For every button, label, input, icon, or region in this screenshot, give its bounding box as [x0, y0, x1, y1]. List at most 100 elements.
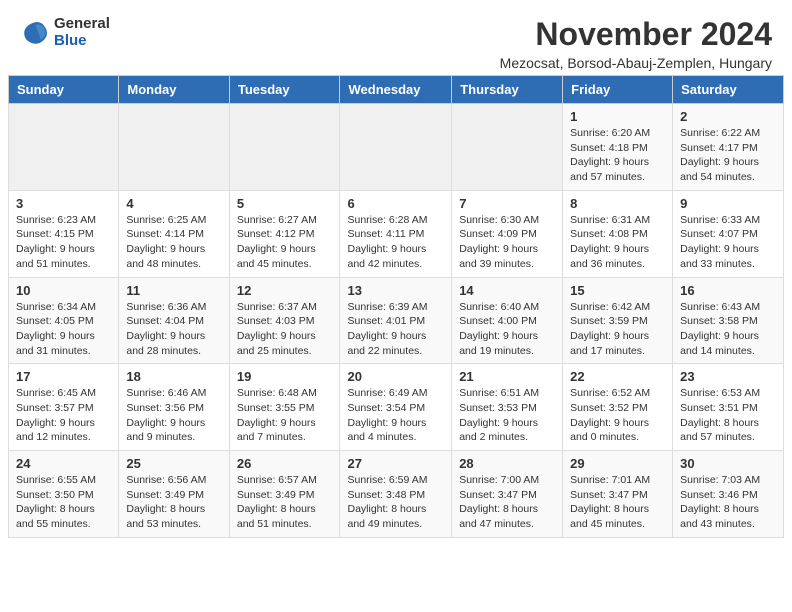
day-number: 7	[459, 196, 555, 211]
day-info: Sunrise: 6:49 AM Sunset: 3:54 PM Dayligh…	[347, 386, 444, 445]
logo: General Blue	[20, 16, 110, 49]
day-number: 21	[459, 369, 555, 384]
cell-week5-day5: 29Sunrise: 7:01 AM Sunset: 3:47 PM Dayli…	[563, 451, 673, 538]
day-info: Sunrise: 6:56 AM Sunset: 3:49 PM Dayligh…	[126, 473, 221, 532]
cell-week3-day5: 15 Sunrise: 6:42 AM Sunset: 3:59 PM Dayli…	[563, 277, 673, 364]
day-info: Sunrise: 6:55 AM Sunset: 3:50 PM Dayligh…	[16, 473, 111, 532]
cell-week4-day4: 21 Sunrise: 6:51 AM Sunset: 3:53 PM Dayli…	[452, 364, 563, 451]
day-info: Sunrise: 6:46 AM Sunset: 3:56 PM Dayligh…	[126, 386, 221, 445]
cell-week1-day4	[452, 104, 563, 191]
day-info: Sunrise: 7:00 AM Sunset: 3:47 PM Dayligh…	[459, 473, 555, 532]
cell-week3-day6: 16Sunrise: 6:43 AM Sunset: 3:58 PM Dayli…	[673, 277, 784, 364]
day-number: 1	[570, 109, 665, 124]
day-number: 12	[237, 283, 333, 298]
day-number: 30	[680, 456, 776, 471]
cell-week2-day5: 8 Sunrise: 6:31 AM Sunset: 4:08 PM Daylig…	[563, 190, 673, 277]
cell-week4-day1: 18 Sunrise: 6:46 AM Sunset: 3:56 PM Dayli…	[119, 364, 229, 451]
cell-week1-day1	[119, 104, 229, 191]
cell-week1-day0	[9, 104, 119, 191]
day-info: Sunrise: 6:40 AM Sunset: 4:00 PM Dayligh…	[459, 300, 555, 359]
day-info: Sunrise: 6:42 AM Sunset: 3:59 PM Dayligh…	[570, 300, 665, 359]
cell-week3-day1: 11Sunrise: 6:36 AM Sunset: 4:04 PM Dayli…	[119, 277, 229, 364]
week-row-2: 3 Sunrise: 6:23 AM Sunset: 4:15 PM Daylig…	[9, 190, 784, 277]
cell-week4-day6: 23 Sunrise: 6:53 AM Sunset: 3:51 PM Dayli…	[673, 364, 784, 451]
day-info: Sunrise: 6:37 AM Sunset: 4:03 PM Dayligh…	[237, 300, 333, 359]
day-number: 16	[680, 283, 776, 298]
col-saturday: Saturday	[673, 76, 784, 104]
day-number: 29	[570, 456, 665, 471]
day-info: Sunrise: 6:27 AM Sunset: 4:12 PM Dayligh…	[237, 213, 333, 272]
cell-week5-day4: 28 Sunrise: 7:00 AM Sunset: 3:47 PM Dayli…	[452, 451, 563, 538]
col-tuesday: Tuesday	[229, 76, 340, 104]
day-info: Sunrise: 6:39 AM Sunset: 4:01 PM Dayligh…	[347, 300, 444, 359]
cell-week2-day6: 9 Sunrise: 6:33 AM Sunset: 4:07 PM Daylig…	[673, 190, 784, 277]
cell-week3-day2: 12 Sunrise: 6:37 AM Sunset: 4:03 PM Dayli…	[229, 277, 340, 364]
calendar-wrapper: Sunday Monday Tuesday Wednesday Thursday…	[0, 75, 792, 546]
day-number: 2	[680, 109, 776, 124]
day-info: Sunrise: 6:23 AM Sunset: 4:15 PM Dayligh…	[16, 213, 111, 272]
cell-week2-day3: 6 Sunrise: 6:28 AM Sunset: 4:11 PM Daylig…	[340, 190, 452, 277]
day-info: Sunrise: 6:28 AM Sunset: 4:11 PM Dayligh…	[347, 213, 444, 272]
cell-week5-day0: 24Sunrise: 6:55 AM Sunset: 3:50 PM Dayli…	[9, 451, 119, 538]
cell-week2-day0: 3 Sunrise: 6:23 AM Sunset: 4:15 PM Daylig…	[9, 190, 119, 277]
cell-week4-day2: 19 Sunrise: 6:48 AM Sunset: 3:55 PM Dayli…	[229, 364, 340, 451]
logo-general-text: General	[54, 16, 110, 33]
day-number: 18	[126, 369, 221, 384]
week-row-1: 1 Sunrise: 6:20 AM Sunset: 4:18 PM Daylig…	[9, 104, 784, 191]
cell-week1-day5: 1 Sunrise: 6:20 AM Sunset: 4:18 PM Daylig…	[563, 104, 673, 191]
day-info: Sunrise: 6:33 AM Sunset: 4:07 PM Dayligh…	[680, 213, 776, 272]
subtitle: Mezocsat, Borsod-Abauj-Zemplen, Hungary	[500, 55, 772, 71]
cell-week2-day2: 5Sunrise: 6:27 AM Sunset: 4:12 PM Daylig…	[229, 190, 340, 277]
cell-week1-day6: 2 Sunrise: 6:22 AM Sunset: 4:17 PM Daylig…	[673, 104, 784, 191]
day-number: 17	[16, 369, 111, 384]
col-thursday: Thursday	[452, 76, 563, 104]
logo-text: General Blue	[54, 16, 110, 49]
day-info: Sunrise: 6:48 AM Sunset: 3:55 PM Dayligh…	[237, 386, 333, 445]
day-number: 10	[16, 283, 111, 298]
calendar-head: Sunday Monday Tuesday Wednesday Thursday…	[9, 76, 784, 104]
day-info: Sunrise: 6:53 AM Sunset: 3:51 PM Dayligh…	[680, 386, 776, 445]
day-number: 27	[347, 456, 444, 471]
cell-week2-day4: 7 Sunrise: 6:30 AM Sunset: 4:09 PM Daylig…	[452, 190, 563, 277]
day-info: Sunrise: 6:59 AM Sunset: 3:48 PM Dayligh…	[347, 473, 444, 532]
day-number: 11	[126, 283, 221, 298]
week-row-3: 10 Sunrise: 6:34 AM Sunset: 4:05 PM Dayli…	[9, 277, 784, 364]
col-friday: Friday	[563, 76, 673, 104]
day-info: Sunrise: 6:34 AM Sunset: 4:05 PM Dayligh…	[16, 300, 111, 359]
day-number: 23	[680, 369, 776, 384]
week-row-5: 24Sunrise: 6:55 AM Sunset: 3:50 PM Dayli…	[9, 451, 784, 538]
cell-week3-day0: 10 Sunrise: 6:34 AM Sunset: 4:05 PM Dayli…	[9, 277, 119, 364]
page-container: General Blue November 2024 Mezocsat, Bor…	[0, 0, 792, 546]
cell-week4-day3: 20Sunrise: 6:49 AM Sunset: 3:54 PM Dayli…	[340, 364, 452, 451]
header-row: Sunday Monday Tuesday Wednesday Thursday…	[9, 76, 784, 104]
cell-week1-day3	[340, 104, 452, 191]
day-number: 25	[126, 456, 221, 471]
day-info: Sunrise: 7:03 AM Sunset: 3:46 PM Dayligh…	[680, 473, 776, 532]
calendar-body: 1 Sunrise: 6:20 AM Sunset: 4:18 PM Daylig…	[9, 104, 784, 538]
day-number: 9	[680, 196, 776, 211]
cell-week1-day2	[229, 104, 340, 191]
page-header: General Blue November 2024 Mezocsat, Bor…	[0, 0, 792, 75]
col-wednesday: Wednesday	[340, 76, 452, 104]
day-number: 28	[459, 456, 555, 471]
day-info: Sunrise: 6:22 AM Sunset: 4:17 PM Dayligh…	[680, 126, 776, 185]
title-block: November 2024 Mezocsat, Borsod-Abauj-Zem…	[500, 16, 772, 71]
calendar-table: Sunday Monday Tuesday Wednesday Thursday…	[8, 75, 784, 538]
logo-icon	[20, 19, 48, 47]
day-number: 8	[570, 196, 665, 211]
day-info: Sunrise: 6:30 AM Sunset: 4:09 PM Dayligh…	[459, 213, 555, 272]
day-info: Sunrise: 6:51 AM Sunset: 3:53 PM Dayligh…	[459, 386, 555, 445]
day-number: 14	[459, 283, 555, 298]
day-number: 19	[237, 369, 333, 384]
day-info: Sunrise: 6:20 AM Sunset: 4:18 PM Dayligh…	[570, 126, 665, 185]
day-number: 6	[347, 196, 444, 211]
day-number: 15	[570, 283, 665, 298]
col-monday: Monday	[119, 76, 229, 104]
day-number: 3	[16, 196, 111, 211]
cell-week3-day4: 14 Sunrise: 6:40 AM Sunset: 4:00 PM Dayli…	[452, 277, 563, 364]
logo-blue-text: Blue	[54, 33, 110, 50]
day-info: Sunrise: 6:31 AM Sunset: 4:08 PM Dayligh…	[570, 213, 665, 272]
cell-week4-day0: 17Sunrise: 6:45 AM Sunset: 3:57 PM Dayli…	[9, 364, 119, 451]
cell-week5-day2: 26Sunrise: 6:57 AM Sunset: 3:49 PM Dayli…	[229, 451, 340, 538]
day-info: Sunrise: 6:52 AM Sunset: 3:52 PM Dayligh…	[570, 386, 665, 445]
